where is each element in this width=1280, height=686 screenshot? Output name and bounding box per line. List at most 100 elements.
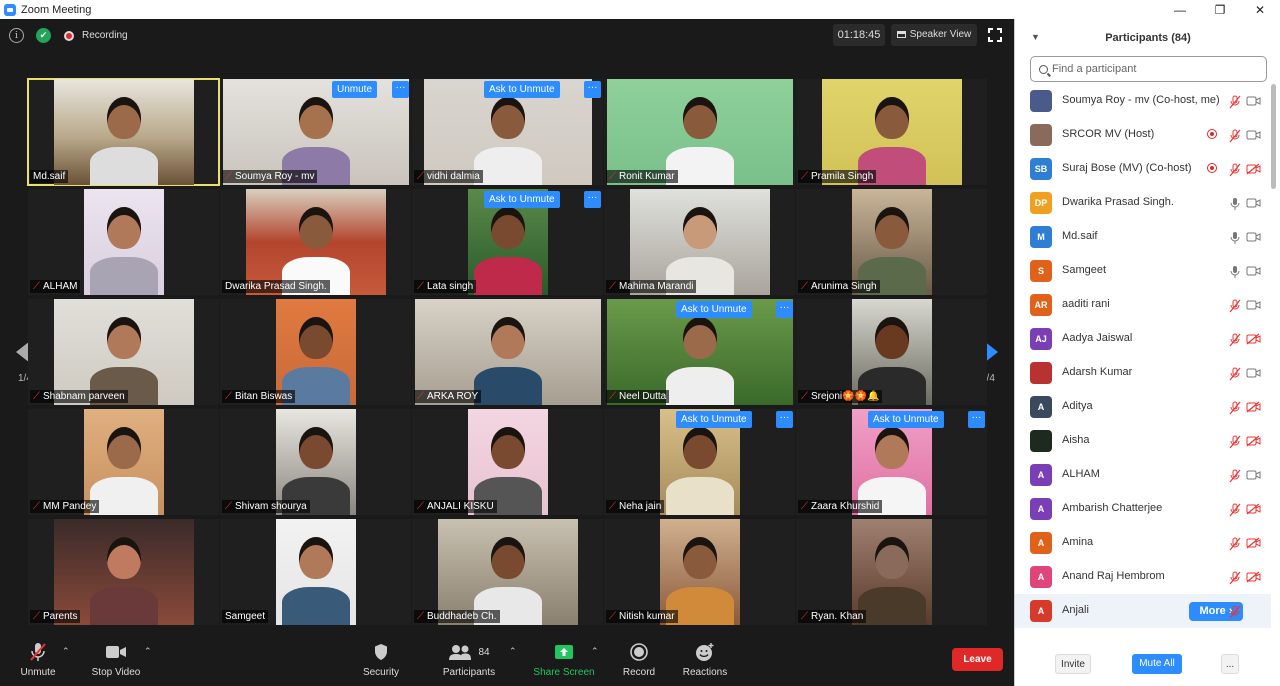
stop-video-button[interactable]: Stop Video [88,640,144,678]
muted-mic-icon[interactable] [1229,163,1241,180]
tile-more-options-button[interactable]: ··· [392,81,409,98]
panel-more-options-button[interactable]: ... [1221,654,1239,674]
video-tile[interactable]: ⟋ Neel Dutta Ask to Unmute ··· [604,299,795,405]
participant-list-scrollbar[interactable] [1271,84,1276,189]
tile-more-options-button[interactable]: ··· [776,411,793,428]
video-tile[interactable]: ⟋ Shivam shourya [220,409,411,515]
maximize-icon[interactable]: ❐ [1200,3,1240,17]
participant-list-item[interactable]: A Aditya [1015,390,1271,424]
record-button[interactable]: Record [619,640,659,678]
leave-button[interactable]: Leave [952,648,1003,671]
muted-mic-icon[interactable] [1229,333,1241,350]
video-tile[interactable]: ⟋ Bitan Biswas [220,299,411,405]
video-camera-icon[interactable] [1246,231,1261,246]
muted-mic-icon[interactable] [1229,299,1241,316]
video-options-caret-icon[interactable]: ⌃ [144,646,152,657]
participant-list-item[interactable]: A Anand Raj Hembrom [1015,560,1271,594]
video-tile[interactable]: Dwarika Prasad Singh. [220,189,411,295]
video-tile[interactable]: Md.saif [27,78,220,186]
video-tile[interactable]: ⟋ Arunima Singh [796,189,987,295]
video-camera-icon[interactable] [1246,299,1261,314]
participant-list-item[interactable]: S Samgeet [1015,254,1271,288]
video-camera-icon[interactable] [1246,129,1261,144]
muted-mic-icon[interactable] [1229,95,1241,112]
reactions-button[interactable]: Reactions [682,640,728,678]
encryption-shield-icon[interactable]: ✔ [36,28,51,43]
security-button[interactable]: Security [360,640,402,678]
participant-list-item[interactable]: SRCOR MV (Host) [1015,118,1271,152]
ask-to-unmute-button[interactable]: Ask to Unmute [484,191,560,208]
participant-list-item[interactable]: A ALHAM [1015,458,1271,492]
video-tile[interactable]: ⟋ ALHAM [28,189,219,295]
video-tile[interactable]: ⟋ Shabnam parveen [28,299,219,405]
participant-list-item[interactable]: A Ambarish Chatterjee [1015,492,1271,526]
video-tile[interactable]: ⟋ ARKA ROY [412,299,603,405]
video-off-icon[interactable] [1246,503,1261,518]
video-camera-icon[interactable] [1246,367,1261,382]
video-tile[interactable]: ⟋ Pramila Singh [796,79,987,185]
invite-button[interactable]: Invite [1055,654,1091,674]
minimize-icon[interactable]: — [1160,3,1200,17]
video-off-icon[interactable] [1246,163,1261,178]
video-tile[interactable]: ⟋ MM Pandey [28,409,219,515]
participants-button[interactable]: 84 Participants [440,640,498,678]
video-tile[interactable]: ⟋ ANJALI KISKU [412,409,603,515]
video-tile[interactable]: ⟋ Lata singh Ask to Unmute ··· [412,189,603,295]
fullscreen-icon[interactable] [988,28,1002,42]
speaker-view-button[interactable]: Speaker View [891,24,977,46]
video-tile[interactable]: ⟋ Mahima Marandi [604,189,795,295]
mic-icon[interactable] [1229,265,1241,282]
muted-mic-icon[interactable] [1229,537,1241,554]
unmute-button[interactable]: Unmute [18,640,58,678]
participants-options-caret-icon[interactable]: ⌃ [509,646,517,657]
video-off-icon[interactable] [1246,401,1261,416]
tile-more-options-button[interactable]: ··· [968,411,985,428]
video-tile[interactable]: ⟋ Soumya Roy - mv Unmute ··· [220,79,411,185]
video-camera-icon[interactable] [1246,469,1261,484]
close-icon[interactable]: ✕ [1240,3,1280,17]
share-screen-button[interactable]: Share Screen [532,640,596,678]
video-tile[interactable]: ⟋ Zaara Khurshid Ask to Unmute ··· [796,409,987,515]
ask-to-unmute-button[interactable]: Ask to Unmute [676,411,752,428]
audio-options-caret-icon[interactable]: ⌃ [62,646,70,657]
participant-list-item[interactable]: SB Suraj Bose (MV) (Co-host) [1015,152,1271,186]
participant-list-item[interactable]: A Anjali More › [1015,594,1271,628]
ask-to-unmute-button[interactable]: Ask to Unmute [484,81,560,98]
participant-list-item[interactable]: M Md.saif [1015,220,1271,254]
video-tile[interactable]: ⟋ Ryan. Khan [796,519,987,625]
video-tile[interactable]: ⟋ Neha jain Ask to Unmute ··· [604,409,795,515]
participant-list-item[interactable]: A Amina [1015,526,1271,560]
participant-search-input[interactable] [1052,63,1252,75]
unmute-participant-button[interactable]: Unmute [332,81,378,98]
video-off-icon[interactable] [1246,571,1261,586]
muted-mic-icon[interactable] [1229,469,1241,486]
share-options-caret-icon[interactable]: ⌃ [591,646,599,657]
muted-mic-icon[interactable] [1229,503,1241,520]
muted-mic-icon[interactable] [1229,571,1241,588]
video-off-icon[interactable] [1246,537,1261,552]
tile-more-options-button[interactable]: ··· [776,301,793,318]
muted-mic-icon[interactable] [1229,605,1241,622]
video-camera-icon[interactable] [1246,265,1261,280]
muted-mic-icon[interactable] [1229,435,1241,452]
participant-list-item[interactable]: Aisha [1015,424,1271,458]
participant-search-box[interactable] [1030,56,1267,82]
mic-icon[interactable] [1229,231,1241,248]
video-tile[interactable]: Samgeet [220,519,411,625]
muted-mic-icon[interactable] [1229,401,1241,418]
mic-icon[interactable] [1229,197,1241,214]
ask-to-unmute-button[interactable]: Ask to Unmute [676,301,752,318]
mute-all-button[interactable]: Mute All [1132,654,1182,674]
muted-mic-icon[interactable] [1229,367,1241,384]
tile-more-options-button[interactable]: ··· [584,191,601,208]
participant-list-item[interactable]: DP Dwarika Prasad Singh. [1015,186,1271,220]
video-tile[interactable]: ⟋ vidhi dalmia Ask to Unmute ··· [412,79,603,185]
tile-more-options-button[interactable]: ··· [584,81,601,98]
video-tile[interactable]: ⟋ Srejoni🏵️🏵️🔔 [796,299,987,405]
video-camera-icon[interactable] [1246,197,1261,212]
info-icon[interactable]: i [9,28,24,43]
video-tile[interactable]: ⟋ Buddhadeb Ch. [412,519,603,625]
video-tile[interactable]: ⟋ Ronit Kumar [604,79,795,185]
participant-list-item[interactable]: Soumya Roy - mv (Co-host, me) [1015,84,1271,118]
participant-list-item[interactable]: Adarsh Kumar [1015,356,1271,390]
